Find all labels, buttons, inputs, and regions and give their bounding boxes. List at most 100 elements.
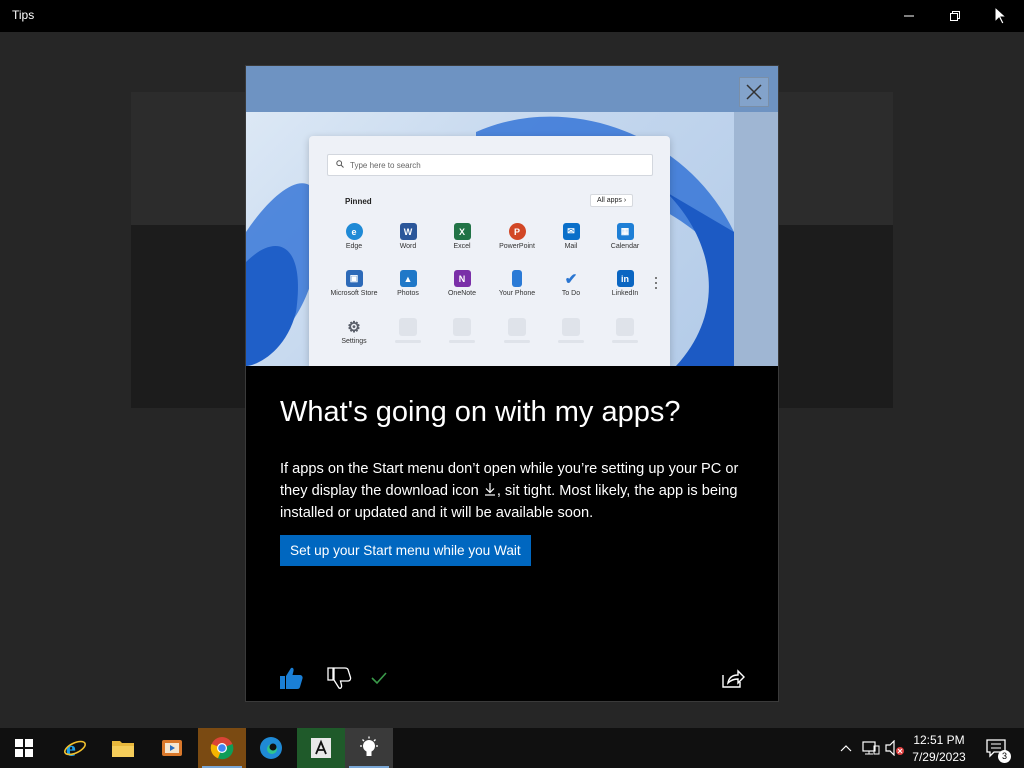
app-label: Calendar	[610, 243, 640, 250]
clock-date: 7/29/2023	[912, 750, 966, 764]
app-label: Photos	[397, 290, 419, 297]
edge-icon	[260, 737, 282, 759]
placeholder-label	[504, 340, 530, 343]
share-button[interactable]	[720, 666, 746, 694]
app-powerpoint: P PowerPoint	[487, 223, 547, 250]
show-hidden-icons-button[interactable]	[834, 728, 858, 768]
check-icon	[371, 672, 387, 685]
todo-icon: ✔	[564, 270, 578, 288]
app-mail: ✉ Mail	[541, 223, 601, 250]
taskbar-file-explorer[interactable]	[99, 728, 147, 768]
lightbulb-icon	[360, 736, 378, 756]
window-title: Tips	[12, 8, 35, 22]
clock-time: 12:51 PM	[913, 733, 965, 747]
minimize-icon	[904, 15, 914, 17]
tip-body: If apps on the Start menu don’t open whi…	[280, 458, 750, 524]
folder-icon	[112, 741, 134, 757]
close-window-button[interactable]	[978, 0, 1024, 32]
network-button[interactable]	[859, 728, 883, 768]
app-to-do: ✔ To Do	[541, 270, 601, 298]
placeholder-tile	[453, 318, 471, 336]
thumbs-up-icon	[280, 667, 303, 689]
placeholder-label	[612, 340, 638, 343]
clock[interactable]: 12:51 PM 7/29/2023	[912, 732, 966, 766]
app-edge: e Edge	[324, 223, 384, 250]
app-word: W Word	[378, 223, 438, 250]
notification-count-badge: 3	[998, 750, 1011, 763]
taskbar-media-player[interactable]	[148, 728, 196, 768]
app-your-phone: Your Phone	[487, 270, 547, 297]
phone-icon	[512, 270, 522, 287]
start-menu-preview: Type here to search Pinned All apps › eE…	[309, 136, 670, 366]
taskbar-edge[interactable]	[247, 728, 295, 768]
title-bar: Tips	[0, 0, 1024, 32]
app-linkedin: in LinkedIn	[595, 270, 655, 297]
taskbar-tips[interactable]	[345, 728, 393, 768]
feedback-check	[370, 670, 388, 689]
placeholder-tile	[399, 318, 417, 336]
chrome-icon	[210, 737, 234, 760]
app-label: LinkedIn	[611, 290, 639, 297]
tip-heading: What's going on with my apps?	[280, 396, 681, 428]
restore-icon	[950, 11, 960, 21]
app-settings: ⚙ Settings	[324, 318, 384, 346]
download-icon	[484, 483, 495, 496]
pinned-label: Pinned	[345, 197, 372, 206]
placeholder-label	[395, 340, 421, 343]
placeholder-tile	[508, 318, 526, 336]
settings-icon: ⚙	[347, 318, 361, 336]
app-microsoft-store: ▣ Microsoft Store	[324, 270, 384, 297]
chevron-up-icon	[840, 745, 852, 752]
acrobat-icon	[311, 738, 331, 758]
powerpoint-icon: P	[508, 223, 526, 240]
taskbar: e 12:51 PM 7/29/2023 3	[0, 728, 1024, 768]
page-dots-icon	[655, 277, 658, 292]
network-icon	[862, 741, 880, 755]
app-label: PowerPoint	[499, 243, 535, 250]
app-label: Your Phone	[498, 290, 536, 297]
store-icon: ▣	[345, 270, 363, 287]
app-photos: ▲ Photos	[378, 270, 438, 297]
mail-icon: ✉	[562, 223, 580, 240]
windows-icon	[15, 739, 33, 757]
cursor-icon	[994, 6, 1008, 25]
thumbs-down-icon	[327, 667, 352, 689]
minimize-button[interactable]	[886, 0, 932, 32]
search-placeholder: Type here to search	[350, 160, 421, 170]
app-label: To Do	[561, 290, 581, 297]
setup-start-menu-button[interactable]: Set up your Start menu while you Wait	[280, 535, 531, 566]
app-excel: X Excel	[432, 223, 492, 250]
taskbar-internet-explorer[interactable]: e	[51, 728, 99, 768]
tip-dialog: Type here to search Pinned All apps › eE…	[245, 65, 779, 702]
search-icon	[336, 160, 344, 170]
photos-icon: ▲	[399, 270, 417, 287]
taskbar-chrome[interactable]	[198, 728, 246, 768]
hero-image: Type here to search Pinned All apps › eE…	[246, 66, 778, 366]
linkedin-icon: in	[616, 270, 634, 287]
placeholder-tile	[562, 318, 580, 336]
word-icon: W	[399, 223, 417, 240]
onenote-icon: N	[453, 270, 471, 287]
app-label: Word	[399, 243, 417, 250]
close-dialog-button[interactable]	[739, 77, 769, 107]
thumbs-up-button[interactable]	[278, 666, 304, 694]
share-icon	[722, 669, 745, 688]
notification-center-button[interactable]: 3	[978, 728, 1014, 768]
app-label: OneNote	[447, 290, 477, 297]
all-apps-button: All apps ›	[590, 194, 634, 207]
volume-muted-icon	[885, 740, 904, 756]
taskbar-acrobat[interactable]	[297, 728, 345, 768]
start-button[interactable]	[0, 728, 48, 768]
app-label: Settings	[341, 338, 367, 345]
placeholder-tile	[616, 318, 634, 336]
restore-button[interactable]	[932, 0, 978, 32]
media-icon	[162, 740, 182, 756]
volume-button[interactable]	[883, 728, 907, 768]
app-label: Edge	[345, 243, 363, 250]
excel-icon: X	[453, 223, 471, 240]
close-icon	[746, 84, 762, 100]
start-search-box: Type here to search	[327, 154, 653, 176]
thumbs-down-button[interactable]	[326, 666, 352, 694]
app-label: Mail	[564, 243, 578, 250]
placeholder-label	[449, 340, 475, 343]
